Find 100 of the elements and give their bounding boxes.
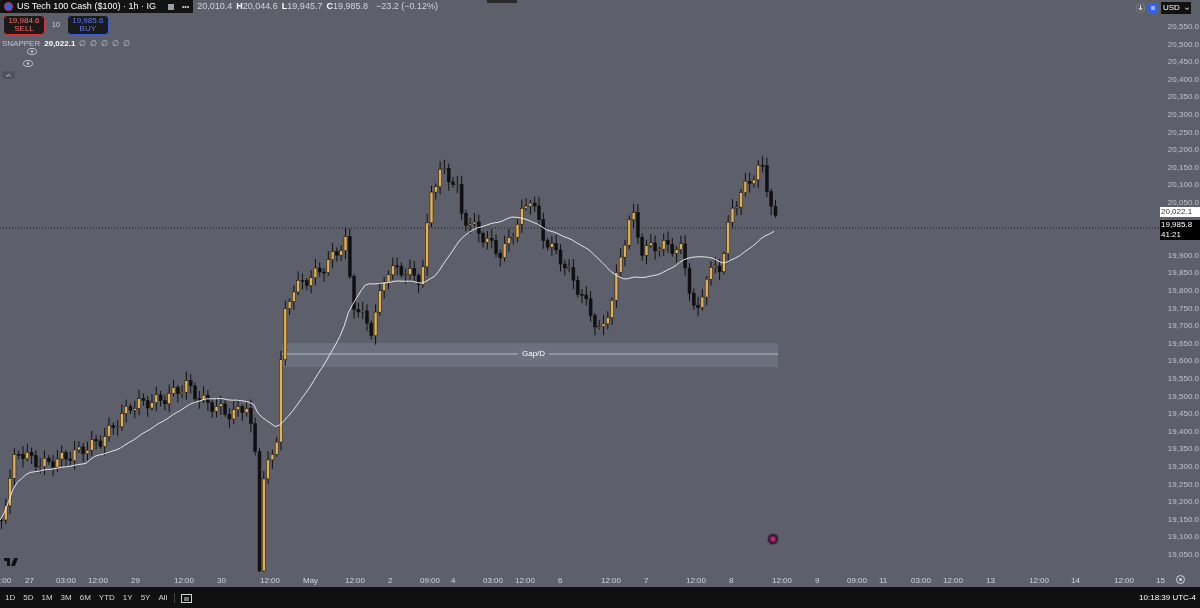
- symbol-title: US Tech 100 Cash ($100) · 1h · IG: [17, 0, 156, 13]
- price-label: 20,350.0: [1167, 92, 1199, 103]
- ohlc-value: 20,010.4: [197, 0, 233, 13]
- time-label: 12:00: [1029, 575, 1050, 587]
- currency-dropdown[interactable]: USD: [1161, 2, 1191, 14]
- price-label: 19,200.0: [1167, 497, 1199, 508]
- buy-button[interactable]: 19,985.6 BUY: [66, 15, 109, 35]
- ohlc-value: H20,044.6: [236, 0, 278, 13]
- time-label: 12:00: [515, 575, 536, 587]
- range-button[interactable]: All: [157, 591, 169, 604]
- time-label: 12:00: [601, 575, 622, 587]
- price-label: 20,100.0: [1167, 180, 1199, 191]
- time-label: 03:00: [911, 575, 932, 587]
- price-label: 19,900.0: [1167, 250, 1199, 261]
- price-label: 19,150.0: [1167, 514, 1199, 525]
- alert-icon[interactable]: [767, 533, 779, 545]
- price-label: 19,250.0: [1167, 479, 1199, 490]
- price-label: 19,050.0: [1167, 550, 1199, 560]
- price-label: 19,850.0: [1167, 268, 1199, 279]
- time-label: 12:00: [686, 575, 707, 587]
- time-label: 03:00: [56, 575, 77, 587]
- ohlc-value: C19,985.8: [326, 0, 368, 13]
- settings-icon[interactable]: [1175, 575, 1185, 584]
- time-label: 8: [729, 575, 734, 587]
- last-price: 19,985.8: [1161, 220, 1194, 230]
- time-label: 9: [815, 575, 820, 587]
- price-label: 20,200.0: [1167, 145, 1199, 156]
- price-label: 19,400.0: [1167, 426, 1199, 437]
- time-label: 12:00: [772, 575, 793, 587]
- date-range-icon[interactable]: [181, 592, 193, 603]
- ohlc-value: L19,945.7: [281, 0, 323, 13]
- indicator-value: 20,022.1: [44, 38, 76, 50]
- sell-button[interactable]: 19,984.6 SELL: [3, 15, 45, 35]
- time-label: 15: [1156, 575, 1165, 587]
- download-button[interactable]: [1136, 3, 1145, 13]
- time-label: 12:00: [174, 575, 195, 587]
- indicator-param: ∅: [101, 38, 109, 50]
- time-label: 09:00: [420, 575, 441, 587]
- eye-icon[interactable]: [23, 60, 33, 67]
- range-button[interactable]: 5Y: [139, 591, 152, 604]
- price-label: 19,650.0: [1167, 338, 1199, 349]
- range-button[interactable]: 1D: [4, 591, 17, 604]
- price-label: 20,050.0: [1167, 198, 1199, 208]
- time-label: 6: [558, 575, 563, 587]
- price-label: 19,700.0: [1167, 321, 1199, 332]
- time-label: 4: [451, 575, 456, 587]
- time-label: 13: [986, 575, 995, 587]
- time-label: :00: [0, 575, 12, 587]
- caret-icon: [1185, 6, 1189, 10]
- indicator-param: ∅: [79, 38, 87, 50]
- time-label: 2: [388, 575, 393, 587]
- time-label: 03:00: [483, 575, 504, 587]
- eye-icon[interactable]: [27, 48, 37, 55]
- price-label: 20,450.0: [1167, 57, 1199, 68]
- time-label: 7: [644, 575, 649, 587]
- square-icon: [167, 3, 174, 10]
- zone-label: Gap/D: [518, 348, 550, 360]
- time-label: 27: [25, 575, 34, 587]
- time-label: 29: [131, 575, 140, 587]
- price-label: 20,250.0: [1167, 127, 1199, 138]
- arrow-down-icon: [1138, 5, 1143, 11]
- price-label: 19,750.0: [1167, 303, 1199, 314]
- price-label: 19,800.0: [1167, 286, 1199, 296]
- range-button[interactable]: YTD: [97, 591, 116, 604]
- price-label: 19,450.0: [1167, 409, 1199, 420]
- chevron-up-icon: [6, 73, 11, 77]
- price-label: 19,300.0: [1167, 462, 1199, 472]
- time-label: 14: [1071, 575, 1080, 587]
- time-label: 09:00: [847, 575, 868, 587]
- price-change: −23.2 (−0.12%): [375, 0, 438, 13]
- price-label: 20,300.0: [1167, 110, 1199, 120]
- time-label: 12:00: [943, 575, 964, 587]
- indicator-param: ∅: [90, 38, 98, 50]
- price-label: 19,500.0: [1167, 391, 1199, 402]
- price-label: 19,600.0: [1167, 356, 1199, 367]
- time-label: May: [303, 575, 319, 587]
- indicator-param: ∅: [112, 38, 120, 50]
- price-label: 19,550.0: [1167, 374, 1199, 384]
- price-label: 19,100.0: [1167, 532, 1199, 543]
- time-label: 11: [879, 575, 888, 587]
- price-label: 19,350.0: [1167, 444, 1199, 455]
- time-label: 12:00: [345, 575, 366, 587]
- indicator-param: ∅: [123, 38, 131, 50]
- indicator-name: SNAPPER: [2, 38, 41, 50]
- range-button[interactable]: 6M: [78, 591, 92, 604]
- range-button[interactable]: 3M: [59, 591, 73, 604]
- logo-icon: [4, 558, 18, 566]
- price-label: 20,500.0: [1167, 39, 1199, 50]
- range-button[interactable]: 1M: [40, 591, 54, 604]
- flag-icon: [4, 2, 13, 12]
- time-label: 12:00: [260, 575, 281, 587]
- clock: 10:18:39 UTC-4: [1139, 591, 1196, 604]
- range-button[interactable]: 5D: [22, 591, 35, 604]
- time-label: 12:00: [1114, 575, 1135, 587]
- time-label: 30: [217, 575, 226, 587]
- collapse-button[interactable]: [2, 71, 15, 79]
- range-button[interactable]: 1Y: [121, 591, 134, 604]
- ma-price-tag: 20,022.1: [1160, 207, 1200, 217]
- bar-countdown: 41:21: [1161, 230, 1183, 240]
- time-label: 12:00: [88, 575, 109, 587]
